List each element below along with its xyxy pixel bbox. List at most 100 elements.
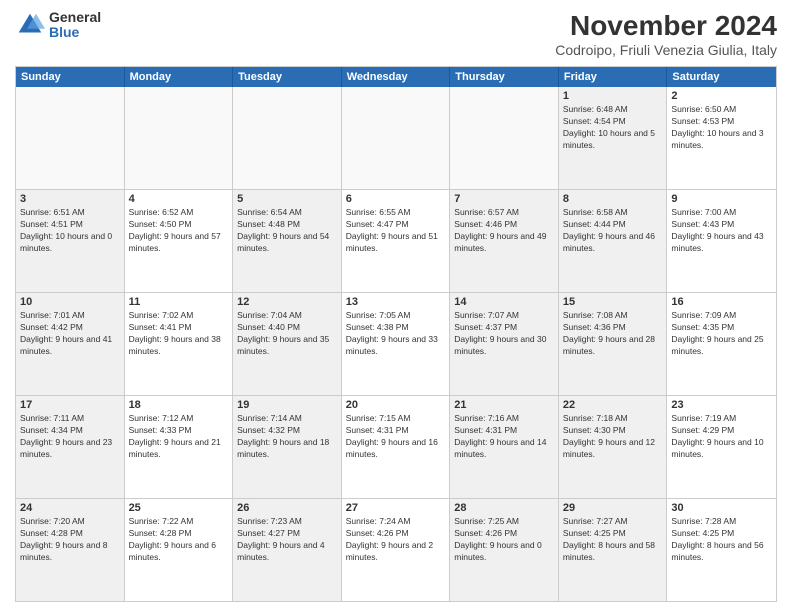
day-info: Sunrise: 7:15 AM Sunset: 4:31 PM Dayligh… bbox=[346, 413, 446, 461]
day-info: Sunrise: 7:05 AM Sunset: 4:38 PM Dayligh… bbox=[346, 310, 446, 358]
day-number: 11 bbox=[129, 296, 229, 308]
day-number: 8 bbox=[563, 193, 663, 205]
day-info: Sunrise: 6:50 AM Sunset: 4:53 PM Dayligh… bbox=[671, 104, 772, 152]
calendar-cell-empty bbox=[342, 87, 451, 189]
day-info: Sunrise: 7:12 AM Sunset: 4:33 PM Dayligh… bbox=[129, 413, 229, 461]
calendar-day-14: 14Sunrise: 7:07 AM Sunset: 4:37 PM Dayli… bbox=[450, 293, 559, 395]
day-info: Sunrise: 6:48 AM Sunset: 4:54 PM Dayligh… bbox=[563, 104, 663, 152]
subtitle: Codroipo, Friuli Venezia Giulia, Italy bbox=[555, 42, 777, 58]
logo-icon bbox=[15, 10, 45, 40]
header-cell-friday: Friday bbox=[559, 67, 668, 87]
calendar-cell-empty bbox=[233, 87, 342, 189]
calendar-day-26: 26Sunrise: 7:23 AM Sunset: 4:27 PM Dayli… bbox=[233, 499, 342, 601]
calendar-day-5: 5 Sunrise: 6:54 AM Sunset: 4:48 PM Daylig… bbox=[233, 190, 342, 292]
calendar-cell-empty bbox=[16, 87, 125, 189]
calendar-day-1: 1 Sunrise: 6:48 AM Sunset: 4:54 PM Daylig… bbox=[559, 87, 668, 189]
calendar-day-15: 15 Sunrise: 7:08 AM Sunset: 4:36 PM Dayli… bbox=[559, 293, 668, 395]
day-number: 12 bbox=[237, 296, 337, 308]
calendar-day-23: 23Sunrise: 7:19 AM Sunset: 4:29 PM Dayli… bbox=[667, 396, 776, 498]
day-number: 21 bbox=[454, 399, 554, 411]
calendar-day-12: 12 Sunrise: 7:04 AM Sunset: 4:40 PM Dayli… bbox=[233, 293, 342, 395]
header-cell-tuesday: Tuesday bbox=[233, 67, 342, 87]
calendar-day-2: 2 Sunrise: 6:50 AM Sunset: 4:53 PM Daylig… bbox=[667, 87, 776, 189]
day-info: Sunrise: 7:01 AM Sunset: 4:42 PM Dayligh… bbox=[20, 310, 120, 358]
day-info: Sunrise: 7:28 AM Sunset: 4:25 PM Dayligh… bbox=[671, 516, 772, 564]
day-info: Sunrise: 6:52 AM Sunset: 4:50 PM Dayligh… bbox=[129, 207, 229, 255]
calendar-day-7: 7 Sunrise: 6:57 AM Sunset: 4:46 PM Daylig… bbox=[450, 190, 559, 292]
calendar-header: SundayMondayTuesdayWednesdayThursdayFrid… bbox=[16, 67, 776, 87]
day-number: 16 bbox=[671, 296, 772, 308]
header-cell-wednesday: Wednesday bbox=[342, 67, 451, 87]
day-info: Sunrise: 7:08 AM Sunset: 4:36 PM Dayligh… bbox=[563, 310, 663, 358]
calendar-row-1: 3Sunrise: 6:51 AM Sunset: 4:51 PM Daylig… bbox=[16, 190, 776, 293]
day-info: Sunrise: 7:16 AM Sunset: 4:31 PM Dayligh… bbox=[454, 413, 554, 461]
day-number: 2 bbox=[671, 90, 772, 102]
logo-text: General Blue bbox=[49, 10, 101, 41]
calendar-body: 1 Sunrise: 6:48 AM Sunset: 4:54 PM Daylig… bbox=[16, 87, 776, 601]
day-info: Sunrise: 7:04 AM Sunset: 4:40 PM Dayligh… bbox=[237, 310, 337, 358]
calendar-day-22: 22 Sunrise: 7:18 AM Sunset: 4:30 PM Dayli… bbox=[559, 396, 668, 498]
day-number: 18 bbox=[129, 399, 229, 411]
day-info: Sunrise: 6:55 AM Sunset: 4:47 PM Dayligh… bbox=[346, 207, 446, 255]
calendar-row-2: 10Sunrise: 7:01 AM Sunset: 4:42 PM Dayli… bbox=[16, 293, 776, 396]
header-cell-sunday: Sunday bbox=[16, 67, 125, 87]
calendar-day-4: 4 Sunrise: 6:52 AM Sunset: 4:50 PM Daylig… bbox=[125, 190, 234, 292]
day-number: 7 bbox=[454, 193, 554, 205]
calendar: SundayMondayTuesdayWednesdayThursdayFrid… bbox=[15, 66, 777, 602]
day-info: Sunrise: 7:07 AM Sunset: 4:37 PM Dayligh… bbox=[454, 310, 554, 358]
day-info: Sunrise: 7:00 AM Sunset: 4:43 PM Dayligh… bbox=[671, 207, 772, 255]
calendar-day-24: 24Sunrise: 7:20 AM Sunset: 4:28 PM Dayli… bbox=[16, 499, 125, 601]
day-info: Sunrise: 7:24 AM Sunset: 4:26 PM Dayligh… bbox=[346, 516, 446, 564]
header-cell-thursday: Thursday bbox=[450, 67, 559, 87]
day-number: 30 bbox=[671, 502, 772, 514]
day-info: Sunrise: 7:14 AM Sunset: 4:32 PM Dayligh… bbox=[237, 413, 337, 461]
header-cell-saturday: Saturday bbox=[667, 67, 776, 87]
calendar-day-16: 16Sunrise: 7:09 AM Sunset: 4:35 PM Dayli… bbox=[667, 293, 776, 395]
logo-blue: Blue bbox=[49, 25, 101, 40]
day-number: 1 bbox=[563, 90, 663, 102]
day-number: 5 bbox=[237, 193, 337, 205]
day-number: 9 bbox=[671, 193, 772, 205]
day-number: 6 bbox=[346, 193, 446, 205]
day-number: 29 bbox=[563, 502, 663, 514]
day-number: 25 bbox=[129, 502, 229, 514]
calendar-day-20: 20 Sunrise: 7:15 AM Sunset: 4:31 PM Dayli… bbox=[342, 396, 451, 498]
calendar-day-27: 27 Sunrise: 7:24 AM Sunset: 4:26 PM Dayli… bbox=[342, 499, 451, 601]
day-info: Sunrise: 7:02 AM Sunset: 4:41 PM Dayligh… bbox=[129, 310, 229, 358]
day-number: 27 bbox=[346, 502, 446, 514]
calendar-day-30: 30 Sunrise: 7:28 AM Sunset: 4:25 PM Dayli… bbox=[667, 499, 776, 601]
calendar-cell-empty bbox=[125, 87, 234, 189]
day-info: Sunrise: 7:27 AM Sunset: 4:25 PM Dayligh… bbox=[563, 516, 663, 564]
calendar-day-21: 21 Sunrise: 7:16 AM Sunset: 4:31 PM Dayli… bbox=[450, 396, 559, 498]
month-title: November 2024 bbox=[555, 10, 777, 42]
calendar-day-13: 13 Sunrise: 7:05 AM Sunset: 4:38 PM Dayli… bbox=[342, 293, 451, 395]
day-number: 20 bbox=[346, 399, 446, 411]
day-number: 13 bbox=[346, 296, 446, 308]
day-number: 19 bbox=[237, 399, 337, 411]
calendar-day-17: 17 Sunrise: 7:11 AM Sunset: 4:34 PM Dayli… bbox=[16, 396, 125, 498]
day-info: Sunrise: 6:58 AM Sunset: 4:44 PM Dayligh… bbox=[563, 207, 663, 255]
day-number: 24 bbox=[20, 502, 120, 514]
calendar-row-0: 1 Sunrise: 6:48 AM Sunset: 4:54 PM Daylig… bbox=[16, 87, 776, 190]
day-number: 17 bbox=[20, 399, 120, 411]
day-info: Sunrise: 7:22 AM Sunset: 4:28 PM Dayligh… bbox=[129, 516, 229, 564]
day-number: 28 bbox=[454, 502, 554, 514]
title-block: November 2024 Codroipo, Friuli Venezia G… bbox=[555, 10, 777, 58]
day-number: 3 bbox=[20, 193, 120, 205]
day-info: Sunrise: 7:25 AM Sunset: 4:26 PM Dayligh… bbox=[454, 516, 554, 564]
calendar-day-9: 9 Sunrise: 7:00 AM Sunset: 4:43 PM Daylig… bbox=[667, 190, 776, 292]
day-info: Sunrise: 7:19 AM Sunset: 4:29 PM Dayligh… bbox=[671, 413, 772, 461]
day-number: 4 bbox=[129, 193, 229, 205]
calendar-day-6: 6 Sunrise: 6:55 AM Sunset: 4:47 PM Daylig… bbox=[342, 190, 451, 292]
day-info: Sunrise: 7:18 AM Sunset: 4:30 PM Dayligh… bbox=[563, 413, 663, 461]
day-info: Sunrise: 6:57 AM Sunset: 4:46 PM Dayligh… bbox=[454, 207, 554, 255]
calendar-day-8: 8 Sunrise: 6:58 AM Sunset: 4:44 PM Daylig… bbox=[559, 190, 668, 292]
day-info: Sunrise: 7:11 AM Sunset: 4:34 PM Dayligh… bbox=[20, 413, 120, 461]
day-number: 15 bbox=[563, 296, 663, 308]
header-cell-monday: Monday bbox=[125, 67, 234, 87]
logo: General Blue bbox=[15, 10, 101, 41]
calendar-row-3: 17 Sunrise: 7:11 AM Sunset: 4:34 PM Dayli… bbox=[16, 396, 776, 499]
day-number: 22 bbox=[563, 399, 663, 411]
calendar-day-19: 19 Sunrise: 7:14 AM Sunset: 4:32 PM Dayli… bbox=[233, 396, 342, 498]
day-info: Sunrise: 6:54 AM Sunset: 4:48 PM Dayligh… bbox=[237, 207, 337, 255]
